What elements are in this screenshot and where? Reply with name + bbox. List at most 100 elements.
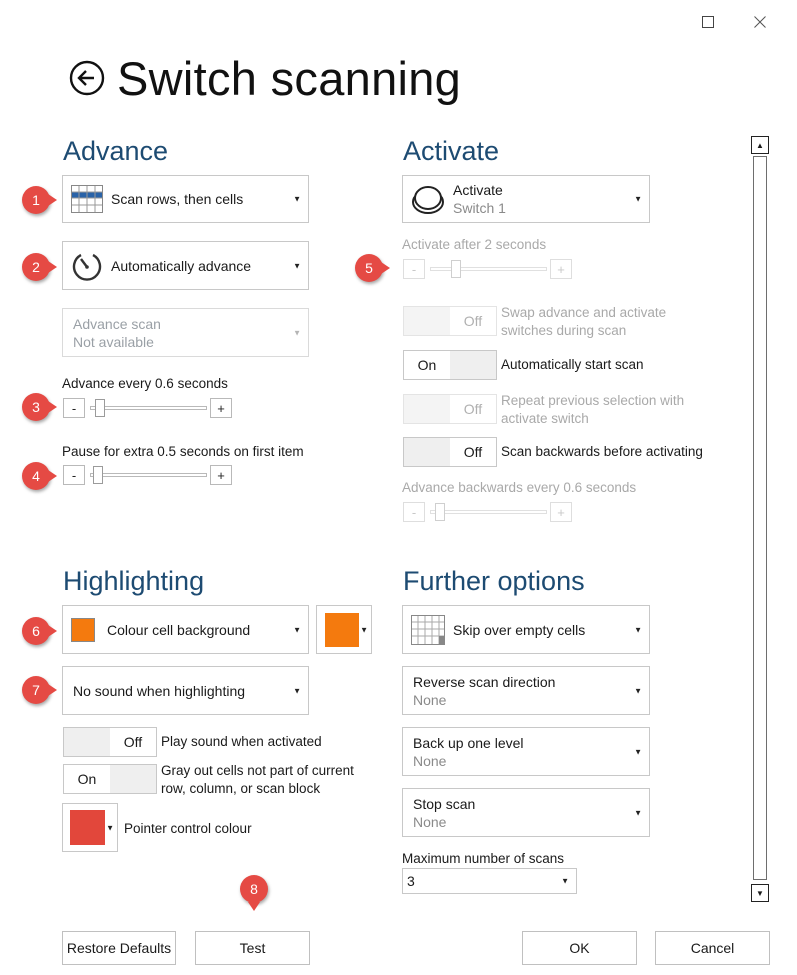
reverse-direction-dropdown[interactable]: Reverse scan direction None ▼	[402, 666, 650, 715]
activate-switch-value: Switch 1	[453, 200, 506, 216]
activate-switch-title: Activate	[453, 182, 503, 198]
advance-scan-value: Not available	[73, 333, 154, 350]
advance-heading: Advance	[63, 136, 169, 166]
pointer-color-picker[interactable]: ▼	[62, 803, 118, 852]
swap-switches-toggle[interactable]: Off	[403, 306, 497, 336]
toggle-state: Off	[463, 444, 483, 460]
repeat-selection-label: Repeat previous selection with activate …	[501, 392, 684, 428]
scan-mode-dropdown[interactable]: Scan rows, then cells ▼	[62, 175, 309, 223]
swap-switches-label-line2: switches during scan	[501, 323, 627, 338]
highlighting-heading: Highlighting	[63, 566, 205, 596]
cancel-button[interactable]: Cancel	[655, 931, 770, 965]
decrease-button[interactable]: -	[403, 502, 425, 522]
repeat-selection-label-line2: activate switch	[501, 411, 589, 426]
scan-backwards-toggle[interactable]: Off	[403, 437, 497, 467]
arrow-down-icon: ▼	[756, 888, 764, 898]
skip-empty-dropdown[interactable]: Skip over empty cells ▼	[402, 605, 650, 654]
toggle-state: On	[77, 771, 97, 787]
increase-button[interactable]: +	[550, 502, 572, 522]
slider-track	[430, 267, 547, 271]
callout-badge-7: 7	[22, 676, 57, 704]
gray-out-toggle[interactable]: On	[63, 764, 157, 794]
activate-after-slider[interactable]: - +	[403, 259, 574, 279]
slider-thumb[interactable]	[93, 466, 104, 484]
increase-button[interactable]: +	[550, 259, 572, 279]
test-button[interactable]: Test	[195, 931, 310, 965]
page-header: Switch scanning	[67, 48, 461, 108]
back-arrow-icon[interactable]	[67, 58, 107, 98]
advance-backwards-slider[interactable]: - +	[403, 502, 574, 522]
callout-badge-6: 6	[22, 617, 57, 645]
reverse-direction-value: None	[413, 691, 447, 708]
close-button[interactable]	[745, 8, 775, 36]
advance-scan-dropdown[interactable]: Advance scan Not available ▼	[62, 308, 309, 357]
toggle-track	[404, 395, 450, 423]
chevron-down-icon: ▼	[360, 625, 368, 634]
auto-start-toggle[interactable]: On	[403, 350, 497, 380]
slider-track	[90, 406, 207, 410]
activate-switch-dropdown[interactable]: Activate Switch 1 ▼	[402, 175, 650, 223]
toggle-state: Off	[463, 401, 483, 417]
max-scans-value: 3	[407, 873, 415, 889]
slider-thumb[interactable]	[95, 399, 106, 417]
chevron-down-icon: ▼	[293, 625, 301, 634]
stop-scan-dropdown[interactable]: Stop scan None ▼	[402, 788, 650, 837]
reverse-direction-title: Reverse scan direction	[413, 673, 556, 690]
repeat-selection-label-line1: Repeat previous selection with	[501, 393, 685, 408]
highlight-color-picker[interactable]: ▼	[316, 605, 372, 654]
further-options-heading: Further options	[403, 566, 585, 596]
max-scans-select[interactable]: 3 ▼	[402, 868, 577, 894]
back-up-level-dropdown[interactable]: Back up one level None ▼	[402, 727, 650, 776]
stop-scan-value: None	[413, 813, 447, 830]
callout-badge-8: 8	[240, 875, 268, 911]
increase-button[interactable]: +	[210, 465, 232, 485]
chevron-down-icon: ▼	[634, 747, 642, 756]
arrow-up-icon: ▲	[756, 140, 764, 150]
play-sound-toggle[interactable]: Off	[63, 727, 157, 757]
callout-badge-3: 3	[22, 393, 57, 421]
play-sound-label: Play sound when activated	[161, 734, 322, 749]
pause-slider[interactable]: - +	[63, 465, 234, 485]
advance-every-slider[interactable]: - +	[63, 398, 234, 418]
chevron-down-icon: ▼	[293, 686, 301, 695]
slider-track	[90, 473, 207, 477]
advance-backwards-label: Advance backwards every 0.6 seconds	[402, 480, 637, 495]
highlight-color-swatch	[71, 617, 95, 642]
slider-thumb[interactable]	[451, 260, 462, 278]
advance-mode-value: Automatically advance	[111, 257, 252, 274]
scrollbar-thumb[interactable]	[753, 156, 767, 880]
gray-out-label: Gray out cells not part of current row, …	[161, 762, 354, 798]
vertical-scrollbar[interactable]: ▲ ▼	[751, 136, 769, 902]
highlight-style-dropdown[interactable]: Colour cell background ▼	[62, 605, 309, 654]
highlight-sound-dropdown[interactable]: No sound when highlighting ▼	[62, 666, 309, 715]
chevron-down-icon: ▼	[293, 194, 301, 204]
advance-mode-dropdown[interactable]: Automatically advance ▼	[62, 241, 309, 290]
chevron-down-icon: ▼	[561, 876, 569, 886]
callout-badge-5: 5	[355, 254, 390, 282]
scroll-up-button[interactable]: ▲	[751, 136, 769, 154]
chevron-down-icon: ▼	[634, 808, 642, 817]
decrease-button[interactable]: -	[403, 259, 425, 279]
pointer-color-swatch	[70, 810, 105, 845]
scroll-down-button[interactable]: ▼	[751, 884, 769, 902]
decrease-button[interactable]: -	[63, 398, 85, 418]
chevron-down-icon: ▼	[634, 625, 642, 634]
back-up-level-title: Back up one level	[413, 734, 524, 751]
maximize-button[interactable]	[693, 8, 723, 36]
toggle-track	[404, 307, 450, 335]
decrease-button[interactable]: -	[63, 465, 85, 485]
ok-button[interactable]: OK	[522, 931, 637, 965]
back-up-level-value: None	[413, 752, 447, 769]
swap-switches-label-line1: Swap advance and activate	[501, 305, 667, 320]
page-title: Switch scanning	[117, 51, 462, 105]
restore-defaults-button[interactable]: Restore Defaults	[62, 931, 176, 965]
increase-button[interactable]: +	[210, 398, 232, 418]
repeat-selection-toggle[interactable]: Off	[403, 394, 497, 424]
skip-empty-value: Skip over empty cells	[453, 621, 586, 638]
gray-out-label-line2: row, column, or scan block	[161, 781, 321, 796]
close-icon	[754, 16, 766, 28]
chevron-down-icon: ▼	[634, 194, 642, 204]
auto-start-label: Automatically start scan	[501, 357, 644, 372]
slider-thumb[interactable]	[435, 503, 446, 521]
slider-track	[430, 510, 547, 514]
